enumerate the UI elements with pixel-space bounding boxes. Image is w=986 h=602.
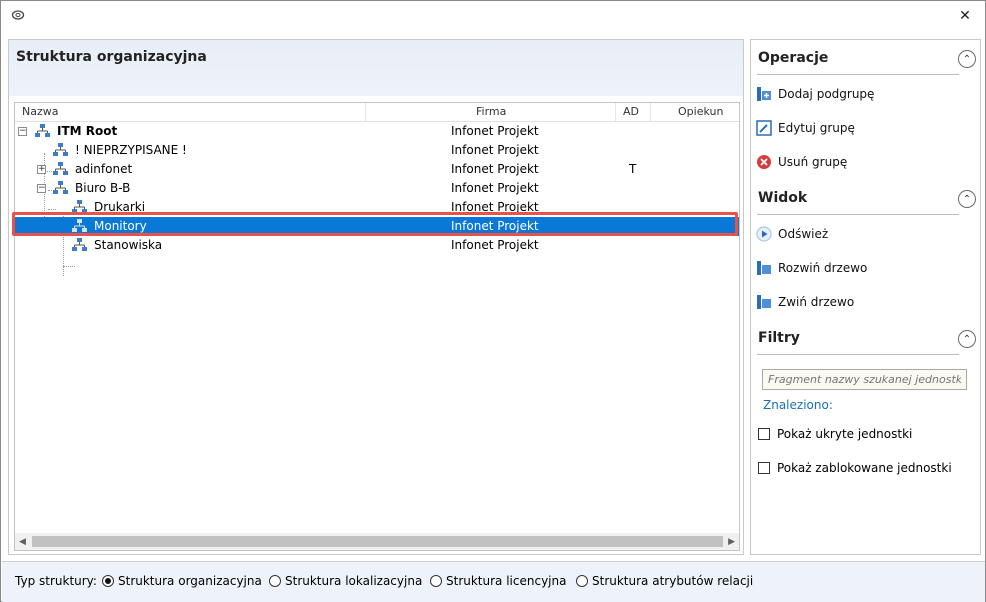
delete-group-icon bbox=[757, 155, 771, 169]
edit-group-icon bbox=[756, 120, 772, 136]
checkbox-box[interactable] bbox=[758, 428, 770, 440]
column-header-ad[interactable]: AD bbox=[623, 105, 639, 118]
structure-type-bar: Typ struktury: Struktura organizacyjna S… bbox=[2, 561, 985, 602]
tree-header: Nazwa Firma AD Opiekun bbox=[15, 103, 739, 122]
unit-name: Stanowiska bbox=[94, 238, 163, 252]
collapse-filters-button[interactable]: ⌃ bbox=[958, 330, 976, 348]
section-title-view: Widok bbox=[758, 190, 808, 206]
unit-name: Biuro B-B bbox=[75, 181, 131, 195]
unit-firma: Infonet Projekt bbox=[451, 162, 539, 176]
org-unit-icon bbox=[35, 124, 50, 137]
checkbox-box[interactable] bbox=[758, 462, 770, 474]
expand-tree-label: Rozwiń drzewo bbox=[778, 261, 868, 275]
dialog-window: ✕ Struktura organizacyjna Nazwa Firma AD… bbox=[0, 0, 986, 602]
panel-header: Struktura organizacyjna bbox=[9, 40, 743, 96]
add-subgroup-icon bbox=[757, 87, 771, 101]
selection-highlight-frame bbox=[12, 212, 738, 236]
unit-search-input[interactable] bbox=[762, 369, 967, 390]
collapse-view-button[interactable]: ⌃ bbox=[958, 190, 976, 208]
radio-license-structure[interactable]: Struktura licencyjna bbox=[430, 574, 566, 588]
expand-tree-icon bbox=[757, 261, 771, 275]
collapse-toggle[interactable]: − bbox=[18, 127, 27, 136]
close-icon: ✕ bbox=[959, 8, 971, 24]
section-title-operations: Operacje bbox=[758, 50, 829, 66]
radio-location-structure[interactable]: Struktura lokalizacyjna bbox=[269, 574, 422, 588]
edit-group-button[interactable]: Edytuj grupę bbox=[756, 119, 855, 137]
column-header-firma[interactable]: Firma bbox=[476, 105, 506, 118]
show-hidden-checkbox[interactable]: Pokaż ukryte jednostki bbox=[758, 426, 912, 442]
unit-firma: Infonet Projekt bbox=[451, 181, 539, 195]
show-blocked-checkbox[interactable]: Pokaż zablokowane jednostki bbox=[758, 460, 952, 476]
chevron-up-icon: ⌃ bbox=[962, 193, 972, 205]
unit-name: ! NIEPRZYPISANE ! bbox=[75, 143, 187, 157]
refresh-icon bbox=[756, 226, 772, 242]
column-header-nazwa[interactable]: Nazwa bbox=[22, 105, 58, 118]
scrollbar-thumb[interactable] bbox=[32, 536, 723, 547]
chevron-up-icon: ⌃ bbox=[962, 333, 972, 345]
org-unit-icon bbox=[72, 238, 87, 251]
unit-firma: Infonet Projekt bbox=[451, 238, 539, 252]
collapse-tree-icon bbox=[757, 295, 771, 309]
tree-row[interactable]: + adinfonet Infonet Projekt T bbox=[15, 160, 739, 179]
scroll-left-icon[interactable]: ◀ bbox=[19, 537, 26, 547]
tree-row[interactable]: Stanowiska Infonet Projekt bbox=[15, 236, 739, 255]
radio-button[interactable] bbox=[430, 575, 442, 587]
collapse-operations-button[interactable]: ⌃ bbox=[958, 50, 976, 68]
tree-row[interactable]: − ITM Root Infonet Projekt bbox=[15, 122, 739, 141]
delete-group-button[interactable]: Usuń grupę bbox=[756, 153, 847, 171]
checkbox-label: Pokaż ukryte jednostki bbox=[777, 427, 913, 441]
radio-label: Struktura organizacyjna bbox=[118, 574, 262, 588]
actions-panel: Operacje ⌃ Dodaj podgrupę Edytuj grupę U… bbox=[750, 39, 981, 555]
radio-button[interactable] bbox=[576, 575, 588, 587]
horizontal-scrollbar[interactable]: ◀ ▶ bbox=[15, 533, 739, 550]
structure-panel: Struktura organizacyjna Nazwa Firma AD O… bbox=[8, 39, 744, 555]
radio-org-structure[interactable]: Struktura organizacyjna bbox=[102, 574, 262, 588]
add-subgroup-label: Dodaj podgrupę bbox=[778, 87, 875, 101]
org-tree[interactable]: Nazwa Firma AD Opiekun − ITM Root Infone… bbox=[14, 102, 740, 551]
unit-firma: Infonet Projekt bbox=[451, 143, 539, 157]
app-logo-icon bbox=[11, 10, 25, 20]
scroll-right-icon[interactable]: ▶ bbox=[728, 537, 735, 547]
collapse-toggle[interactable]: − bbox=[37, 184, 46, 193]
page-title: Struktura organizacyjna bbox=[16, 49, 207, 65]
tree-row[interactable]: − Biuro B-B Infonet Projekt bbox=[15, 179, 739, 198]
found-label: Znaleziono: bbox=[763, 398, 833, 412]
radio-label: Struktura atrybutów relacji bbox=[592, 574, 754, 588]
expand-toggle[interactable]: + bbox=[37, 165, 46, 174]
add-subgroup-button[interactable]: Dodaj podgrupę bbox=[756, 85, 874, 103]
delete-group-label: Usuń grupę bbox=[778, 155, 848, 169]
radio-button[interactable] bbox=[269, 575, 281, 587]
org-unit-icon bbox=[53, 181, 68, 194]
checkbox-label: Pokaż zablokowane jednostki bbox=[777, 461, 952, 475]
edit-group-label: Edytuj grupę bbox=[778, 121, 855, 135]
unit-name: ITM Root bbox=[57, 124, 118, 138]
expand-tree-button[interactable]: Rozwiń drzewo bbox=[756, 259, 867, 277]
unit-firma: Infonet Projekt bbox=[451, 124, 539, 138]
tree-row[interactable]: ! NIEPRZYPISANE ! Infonet Projekt bbox=[15, 141, 739, 160]
unit-name: adinfonet bbox=[75, 162, 133, 176]
radio-relation-attributes-structure[interactable]: Struktura atrybutów relacji bbox=[576, 574, 753, 588]
collapse-tree-label: Zwiń drzewo bbox=[778, 295, 855, 309]
structure-type-label: Typ struktury: bbox=[15, 574, 97, 588]
close-button[interactable]: ✕ bbox=[945, 1, 985, 31]
radio-label: Struktura lokalizacyjna bbox=[285, 574, 423, 588]
org-unit-icon bbox=[53, 143, 68, 156]
refresh-label: Odśwież bbox=[778, 227, 829, 241]
column-header-opiekun[interactable]: Opiekun bbox=[678, 105, 723, 118]
unit-ad: T bbox=[629, 162, 637, 176]
radio-button[interactable] bbox=[102, 575, 114, 587]
radio-label: Struktura licencyjna bbox=[446, 574, 567, 588]
section-title-filters: Filtry bbox=[758, 330, 800, 346]
org-unit-icon bbox=[53, 162, 68, 175]
refresh-button[interactable]: Odśwież bbox=[756, 225, 828, 243]
collapse-tree-button[interactable]: Zwiń drzewo bbox=[756, 293, 854, 311]
chevron-up-icon: ⌃ bbox=[962, 53, 972, 65]
